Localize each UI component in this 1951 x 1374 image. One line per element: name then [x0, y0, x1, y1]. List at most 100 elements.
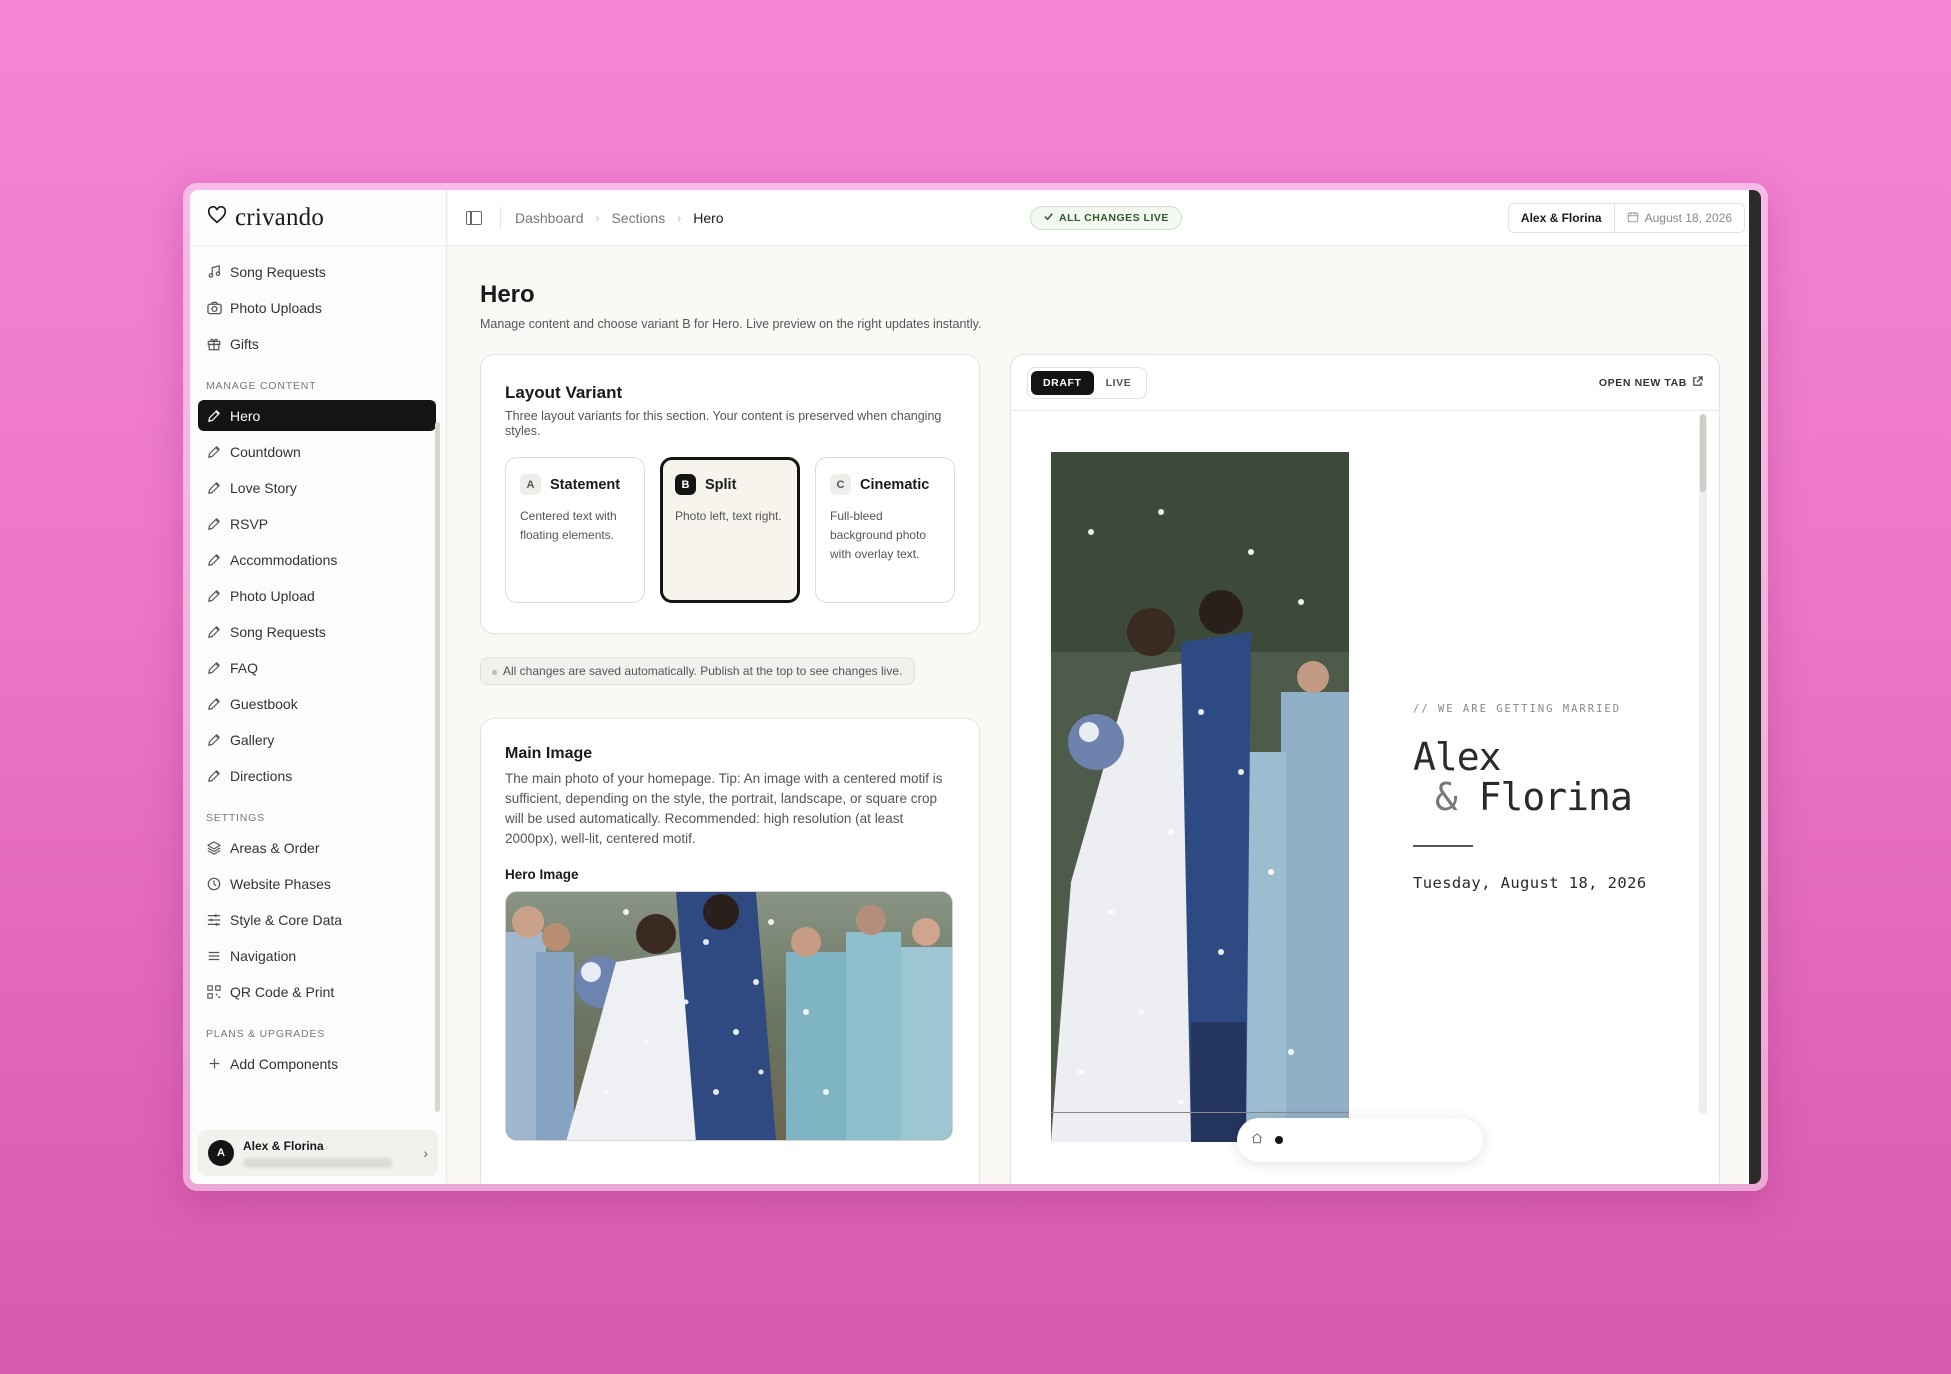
- window-scrollbar[interactable]: [1749, 190, 1761, 1184]
- pencil-icon: [206, 696, 222, 712]
- sidebar-item-countdown[interactable]: Countdown: [198, 436, 436, 467]
- topbar-divider: [500, 206, 501, 229]
- open-new-tab-label: OPEN NEW TAB: [1598, 377, 1687, 389]
- breadcrumb: Dashboard › Sections › Hero: [515, 210, 724, 226]
- sidebar-item-love-story[interactable]: Love Story: [198, 472, 436, 503]
- chevron-right-icon: ›: [677, 210, 682, 225]
- app-window: crivando Song Requests Photo Uploads Gif…: [190, 190, 1761, 1184]
- layout-variant-desc: Three layout variants for this section. …: [505, 409, 942, 438]
- variant-options: A Statement Centered text with floating e…: [505, 457, 955, 603]
- wedding-date-text: August 18, 2026: [1644, 211, 1732, 225]
- home-icon[interactable]: [1251, 1131, 1263, 1149]
- preview-kicker: // WE ARE GETTING MARRIED: [1413, 703, 1622, 715]
- sidebar-item-photo-uploads[interactable]: Photo Uploads: [198, 292, 436, 323]
- variant-badge: B: [675, 474, 696, 495]
- sidebar-item-label: Areas & Order: [230, 839, 320, 856]
- clock-icon: [206, 876, 222, 892]
- main-content: Hero Manage content and choose variant B…: [448, 247, 1749, 1184]
- sidebar-item-rsvp[interactable]: RSVP: [198, 508, 436, 539]
- sidebar-item-label: Accommodations: [230, 551, 338, 568]
- sidebar-nav: Song Requests Photo Uploads Gifts MANAGE…: [190, 246, 446, 1079]
- breadcrumb-sections[interactable]: Sections: [612, 210, 666, 226]
- gift-icon: [206, 336, 222, 352]
- sidebar-item-faq[interactable]: FAQ: [198, 652, 436, 683]
- sidebar-item-add-components[interactable]: Add Components: [198, 1048, 436, 1079]
- sidebar-item-website-phases[interactable]: Website Phases: [198, 868, 436, 899]
- avatar: A: [208, 1140, 234, 1166]
- wedding-date: August 18, 2026: [1615, 211, 1744, 226]
- hero-image-thumbnail[interactable]: [505, 891, 953, 1141]
- user-card[interactable]: A Alex & Florina ›: [198, 1130, 438, 1176]
- pencil-icon: [206, 588, 222, 604]
- sidebar-item-hero[interactable]: Hero: [198, 400, 436, 431]
- user-email-blurred: [243, 1157, 393, 1168]
- main-image-desc: The main photo of your homepage. Tip: An…: [505, 771, 943, 846]
- variant-desc: Full-bleed background photo with overlay…: [830, 509, 927, 561]
- external-link-icon: [1692, 376, 1703, 390]
- sidebar-item-label: FAQ: [230, 659, 259, 676]
- tab-live[interactable]: LIVE: [1094, 371, 1144, 395]
- layout-variant-title: Layout Variant: [505, 383, 623, 402]
- sidebar-item-label: Directions: [230, 767, 293, 784]
- sidebar-item-qr-code-print[interactable]: QR Code & Print: [198, 976, 436, 1007]
- pencil-icon: [206, 552, 222, 568]
- variant-badge: A: [520, 474, 541, 495]
- sidebar-item-gallery[interactable]: Gallery: [198, 724, 436, 755]
- couple-name: Alex & Florina: [1509, 204, 1615, 232]
- sidebar-toggle-icon[interactable]: [466, 210, 482, 225]
- tab-draft[interactable]: DRAFT: [1031, 370, 1094, 395]
- heart-icon: [207, 205, 227, 229]
- pencil-icon: [206, 480, 222, 496]
- sidebar-item-label: Love Story: [230, 479, 297, 496]
- page-indicator-dot[interactable]: [1275, 1136, 1283, 1144]
- open-new-tab-link[interactable]: OPEN NEW TAB: [1599, 376, 1703, 390]
- sidebar: crivando Song Requests Photo Uploads Gif…: [190, 190, 447, 1184]
- sidebar-item-song-requests[interactable]: Song Requests: [198, 616, 436, 647]
- sidebar-item-accommodations[interactable]: Accommodations: [198, 544, 436, 575]
- chevron-right-icon: ›: [595, 210, 600, 225]
- pencil-icon: [206, 660, 222, 676]
- calendar-icon: [1627, 211, 1639, 226]
- preview-scrollbar[interactable]: [1699, 414, 1707, 1114]
- user-name: Alex & Florina: [243, 1138, 324, 1153]
- logo[interactable]: crivando: [190, 190, 446, 246]
- sidebar-item-song-requests-top[interactable]: Song Requests: [198, 256, 436, 287]
- sidebar-item-label: RSVP: [230, 515, 269, 532]
- sidebar-item-navigation[interactable]: Navigation: [198, 940, 436, 971]
- layout-variant-card: Layout Variant Three layout variants for…: [480, 354, 980, 634]
- preview-header: DRAFT LIVE OPEN NEW TAB: [1011, 355, 1719, 411]
- sidebar-item-label: Gallery: [230, 731, 275, 748]
- preview-date: Tuesday, August 18, 2026: [1413, 874, 1647, 892]
- variant-cinematic[interactable]: C Cinematic Full-bleed background photo w…: [815, 457, 955, 603]
- sliders-icon: [206, 912, 222, 928]
- sidebar-item-gifts[interactable]: Gifts: [198, 328, 436, 359]
- variant-statement[interactable]: A Statement Centered text with floating e…: [505, 457, 645, 603]
- sidebar-item-photo-upload[interactable]: Photo Upload: [198, 580, 436, 611]
- preview-photo-illustration: [1051, 452, 1349, 1142]
- hero-image-illustration: [506, 892, 952, 1140]
- sidebar-item-label: Photo Upload: [230, 587, 315, 604]
- sidebar-item-label: Add Components: [230, 1055, 339, 1072]
- preview-bottom-dock: [1237, 1118, 1483, 1162]
- camera-icon: [206, 300, 222, 316]
- preview-mode-toggle: DRAFT LIVE: [1027, 366, 1148, 399]
- variant-split[interactable]: B Split Photo left, text right.: [660, 457, 800, 603]
- pencil-icon: [206, 732, 222, 748]
- pencil-icon: [206, 516, 222, 532]
- sidebar-item-areas-order[interactable]: Areas & Order: [198, 832, 436, 863]
- preview-hero-photo: [1051, 452, 1349, 1142]
- sidebar-scrollbar[interactable]: [435, 422, 440, 1112]
- plans-heading: PLANS & UPGRADES: [206, 1028, 325, 1040]
- preview-couple-names: Alex & Florina: [1413, 737, 1633, 817]
- sidebar-item-style-core-data[interactable]: Style & Core Data: [198, 904, 436, 935]
- preview-viewport: // WE ARE GETTING MARRIED Alex & Florina…: [1011, 412, 1719, 1184]
- sidebar-item-guestbook[interactable]: Guestbook: [198, 688, 436, 719]
- breadcrumb-dashboard[interactable]: Dashboard: [515, 210, 584, 226]
- main-image-card: Main Image The main photo of your homepa…: [480, 718, 980, 1184]
- check-icon: [1043, 211, 1054, 225]
- settings-heading: SETTINGS: [206, 812, 265, 824]
- music-icon: [206, 264, 222, 280]
- couple-info[interactable]: Alex & Florina August 18, 2026: [1507, 203, 1745, 233]
- variant-name: Cinematic: [860, 476, 930, 493]
- sidebar-item-directions[interactable]: Directions: [198, 760, 436, 791]
